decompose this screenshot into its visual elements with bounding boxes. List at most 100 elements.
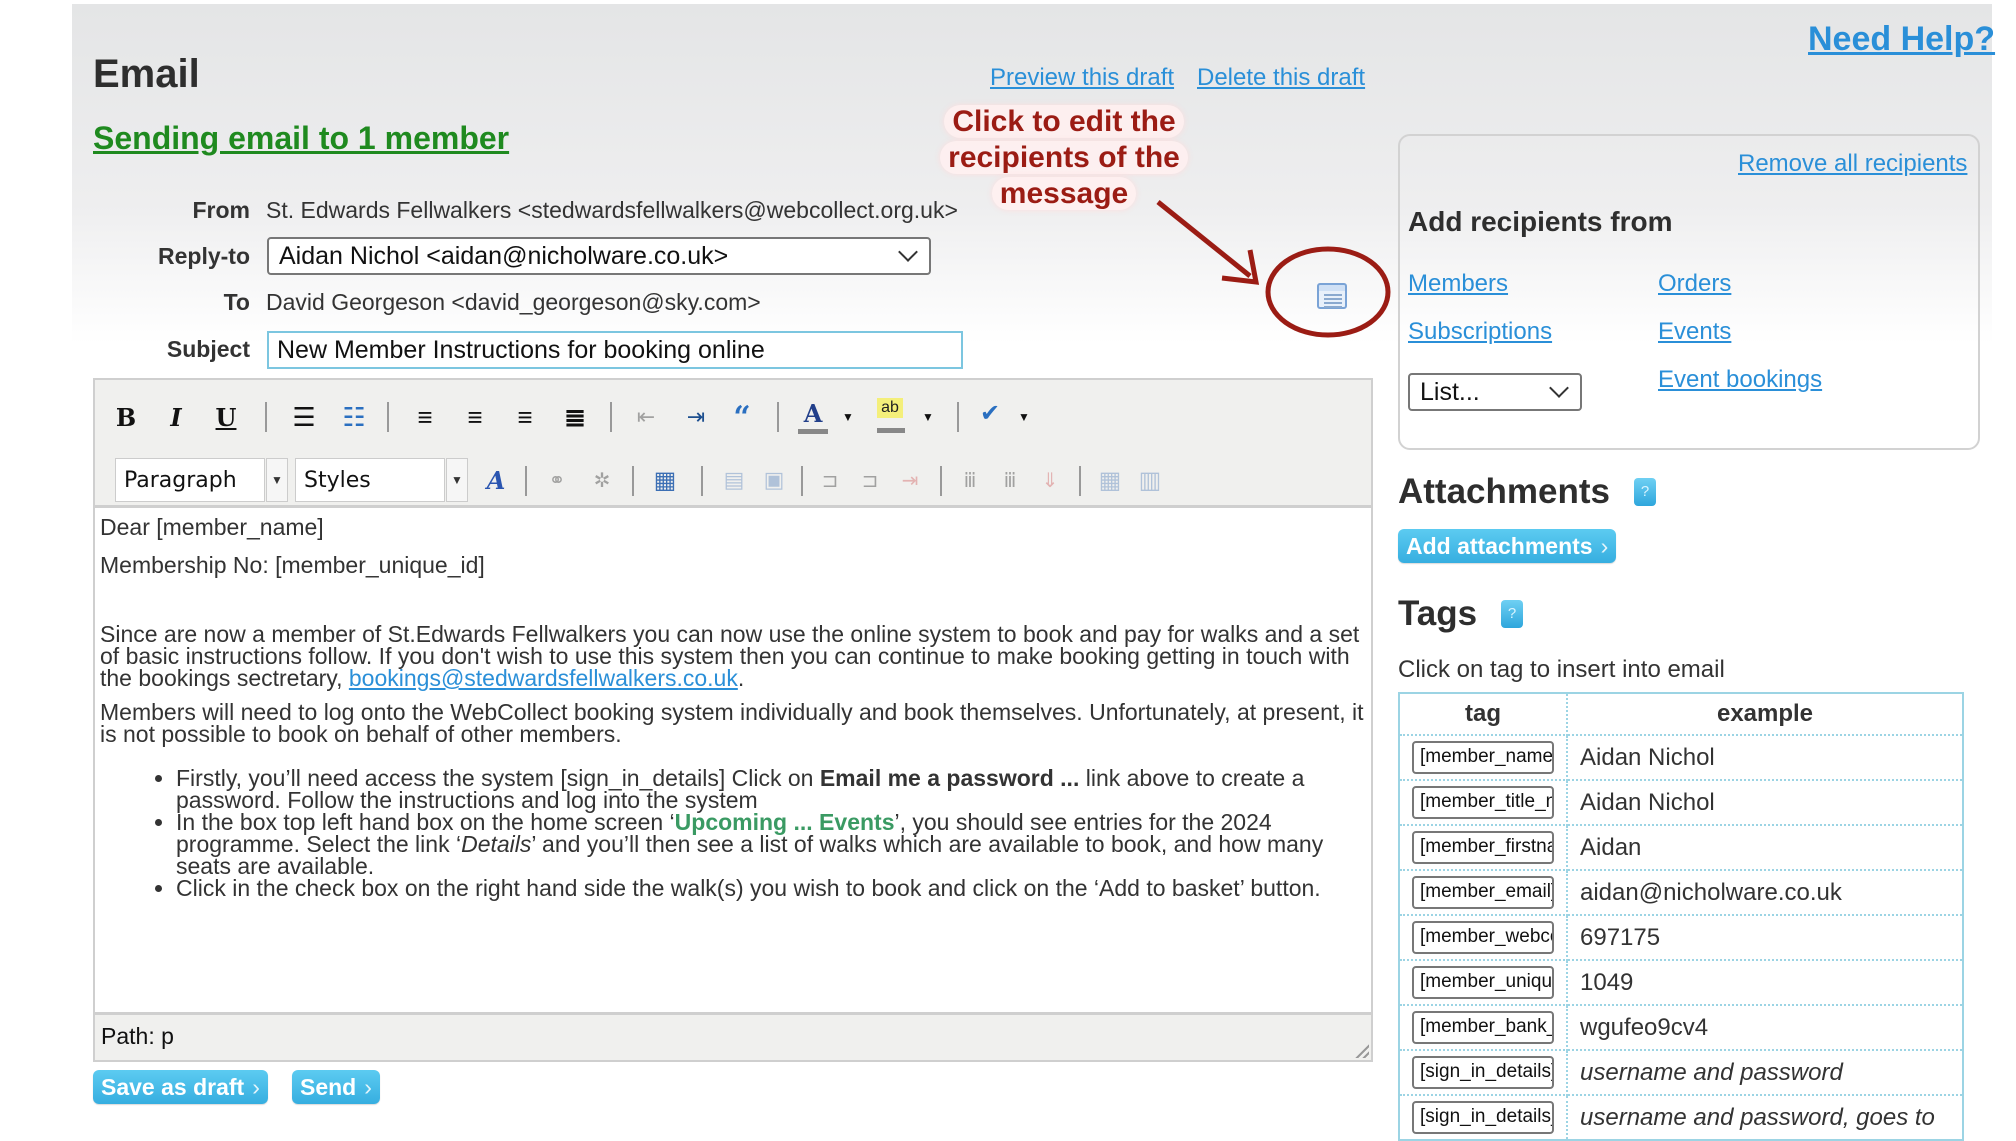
table-row: [member_title_name] Aidan Nichol — [1398, 779, 1964, 826]
unlink-icon[interactable]: ✲ — [587, 463, 617, 497]
tag-example: username and password — [1566, 1049, 1964, 1096]
subscriptions-link[interactable]: Subscriptions — [1408, 318, 1552, 346]
italic-icon[interactable]: I — [161, 400, 191, 434]
delete-draft-link[interactable]: Delete this draft — [1197, 64, 1365, 92]
tag-insert-button[interactable]: [member_title_name] — [1412, 786, 1554, 819]
row-properties-icon[interactable]: ▤ — [719, 463, 749, 497]
tags-instruction: Click on tag to insert into email — [1398, 656, 1725, 683]
from-value: St. Edwards Fellwalkers <stedwardsfellwa… — [266, 197, 958, 223]
table-row: [sign_in_details_link] username and passw… — [1398, 1094, 1964, 1141]
insert-table-edit-icon[interactable]: ▦ — [650, 463, 680, 497]
tag-insert-button[interactable]: [member_unique_id] — [1412, 966, 1554, 999]
text-color-icon[interactable]: A — [798, 398, 828, 434]
numbered-list-icon[interactable]: ☷ — [339, 400, 369, 434]
insert-col-after-icon[interactable]: ⅲ — [995, 463, 1025, 497]
tag-insert-button[interactable]: [member_email] — [1412, 876, 1554, 909]
members-link[interactable]: Members — [1408, 270, 1508, 298]
highlight-color-icon[interactable]: ab — [877, 398, 903, 418]
events-link[interactable]: Events — [1658, 318, 1731, 346]
edit-recipients-list-icon[interactable] — [1317, 283, 1347, 309]
tag-insert-button[interactable]: [member_bank_ref] — [1412, 1011, 1554, 1044]
tag-cell: [member_unique_id] — [1398, 959, 1568, 1006]
bookings-email-link[interactable]: bookings@stedwardsfellwalkers.co.uk — [349, 665, 738, 691]
bullet-list-icon[interactable]: ☰ — [289, 400, 319, 434]
outdent-icon[interactable]: ⇤ — [631, 400, 661, 434]
add-attachments-button[interactable]: Add attachments › — [1398, 529, 1617, 563]
arrow-line — [1156, 200, 1252, 278]
preview-draft-link[interactable]: Preview this draft — [990, 64, 1174, 92]
align-right-icon[interactable]: ≡ — [510, 400, 540, 434]
tags-table-header: tag example — [1398, 693, 1964, 736]
editor-content[interactable]: Dear [member_name] Membership No: [membe… — [95, 511, 1371, 1011]
tag-example: Aidan — [1566, 824, 1964, 871]
cell-properties-icon[interactable]: ▣ — [759, 463, 789, 497]
tag-example: aidan@nicholware.co.uk — [1566, 869, 1964, 916]
tag-insert-button[interactable]: [member_webcollect_id] — [1412, 921, 1554, 954]
list-item: Click in the check box on the right hand… — [176, 877, 1365, 900]
underline-icon[interactable]: U — [211, 400, 241, 434]
align-justify-icon[interactable]: ≣ — [560, 400, 590, 434]
toolbar-separator — [610, 402, 612, 432]
remove-all-recipients-link[interactable]: Remove all recipients — [1738, 150, 1967, 178]
bold-icon[interactable]: B — [111, 400, 141, 434]
table-icon[interactable]: ▦ — [1095, 463, 1125, 497]
resize-handle-icon[interactable] — [1353, 1042, 1369, 1058]
insert-col-before-icon[interactable]: ⅲ — [955, 463, 985, 497]
tag-insert-button[interactable]: [member_name] — [1412, 741, 1554, 774]
toolbar-separator — [940, 466, 942, 496]
bullet-bold-text: Email me a password ... — [819, 765, 1080, 791]
chevron-right-icon: › — [1600, 532, 1609, 559]
align-left-icon[interactable]: ≡ — [410, 400, 440, 434]
toolbar-separator — [701, 466, 703, 496]
delete-col-icon[interactable]: ⇓ — [1035, 463, 1065, 497]
help-icon[interactable]: ? — [1633, 478, 1656, 506]
event-bookings-link[interactable]: Event bookings — [1658, 366, 1822, 394]
tag-insert-button[interactable]: [member_firstname] — [1412, 831, 1554, 864]
merge-cells-icon[interactable]: ▥ — [1135, 463, 1165, 497]
subject-input[interactable] — [267, 331, 963, 369]
highlight-dropdown-icon[interactable]: ▼ — [913, 400, 943, 434]
callout-line-1: Click to edit the — [944, 105, 1184, 138]
chevron-down-icon — [1549, 378, 1569, 398]
membership-line: Membership No: [member_unique_id] — [100, 552, 485, 578]
table-row: [member_bank_ref] wgufeo9cv4 — [1398, 1004, 1964, 1051]
tag-example: username and password, goes to — [1566, 1094, 1964, 1141]
tag-cell: [sign_in_details] — [1398, 1049, 1568, 1096]
column-header-example: example — [1566, 693, 1964, 736]
link-icon[interactable]: ⚭ — [542, 463, 572, 497]
styles-select[interactable]: Styles — [295, 458, 445, 502]
chevron-down-icon — [898, 242, 918, 262]
reply-to-select[interactable]: Aidan Nichol <aidan@nicholware.co.uk> — [267, 237, 931, 275]
to-value: David Georgeson <david_georgeson@sky.com… — [266, 289, 761, 315]
tags-table: tag example [member_name] Aidan Nichol [me… — [1398, 692, 1964, 1141]
tag-insert-button[interactable]: [sign_in_details] — [1412, 1056, 1554, 1089]
add-recipients-heading: Add recipients from — [1408, 206, 1673, 237]
need-help-link[interactable]: Need Help? — [1808, 20, 1995, 59]
spellcheck-dropdown-icon[interactable]: ▼ — [1009, 400, 1039, 434]
indent-icon[interactable]: ⇥ — [681, 400, 711, 434]
list-select[interactable]: List... — [1408, 373, 1582, 411]
tags-title: Tags — [1398, 594, 1478, 633]
add-attachments-label: Add attachments — [1406, 532, 1593, 559]
help-icon[interactable]: ? — [1501, 600, 1524, 628]
text-color-dropdown-icon[interactable]: ▼ — [833, 400, 863, 434]
format-select[interactable]: Paragraph — [115, 458, 265, 502]
insert-row-before-icon[interactable]: ⊐ — [815, 463, 845, 497]
styles-dropdown-icon[interactable]: ▼ — [446, 458, 468, 502]
spellcheck-icon[interactable]: ✔ — [975, 396, 1005, 430]
table-row: [member_firstname] Aidan — [1398, 824, 1964, 871]
intro-end: . — [737, 665, 745, 691]
orders-link[interactable]: Orders — [1658, 270, 1731, 298]
font-style-icon[interactable]: A — [481, 463, 511, 497]
format-dropdown-icon[interactable]: ▼ — [266, 458, 288, 502]
delete-row-icon[interactable]: ⇥ — [895, 463, 925, 497]
align-center-icon[interactable]: ≡ — [460, 400, 490, 434]
tag-insert-button[interactable]: [sign_in_details_link] — [1412, 1101, 1554, 1134]
insert-row-after-icon[interactable]: ⊐ — [855, 463, 885, 497]
send-button[interactable]: Send › — [292, 1070, 380, 1104]
recipient-count-link[interactable]: Sending email to 1 member — [93, 120, 509, 157]
to-label: To — [223, 289, 250, 315]
blockquote-icon[interactable]: “ — [727, 400, 757, 435]
save-draft-button[interactable]: Save as draft › — [93, 1070, 268, 1104]
table-row: [member_webcollect_id] 697175 — [1398, 914, 1964, 961]
